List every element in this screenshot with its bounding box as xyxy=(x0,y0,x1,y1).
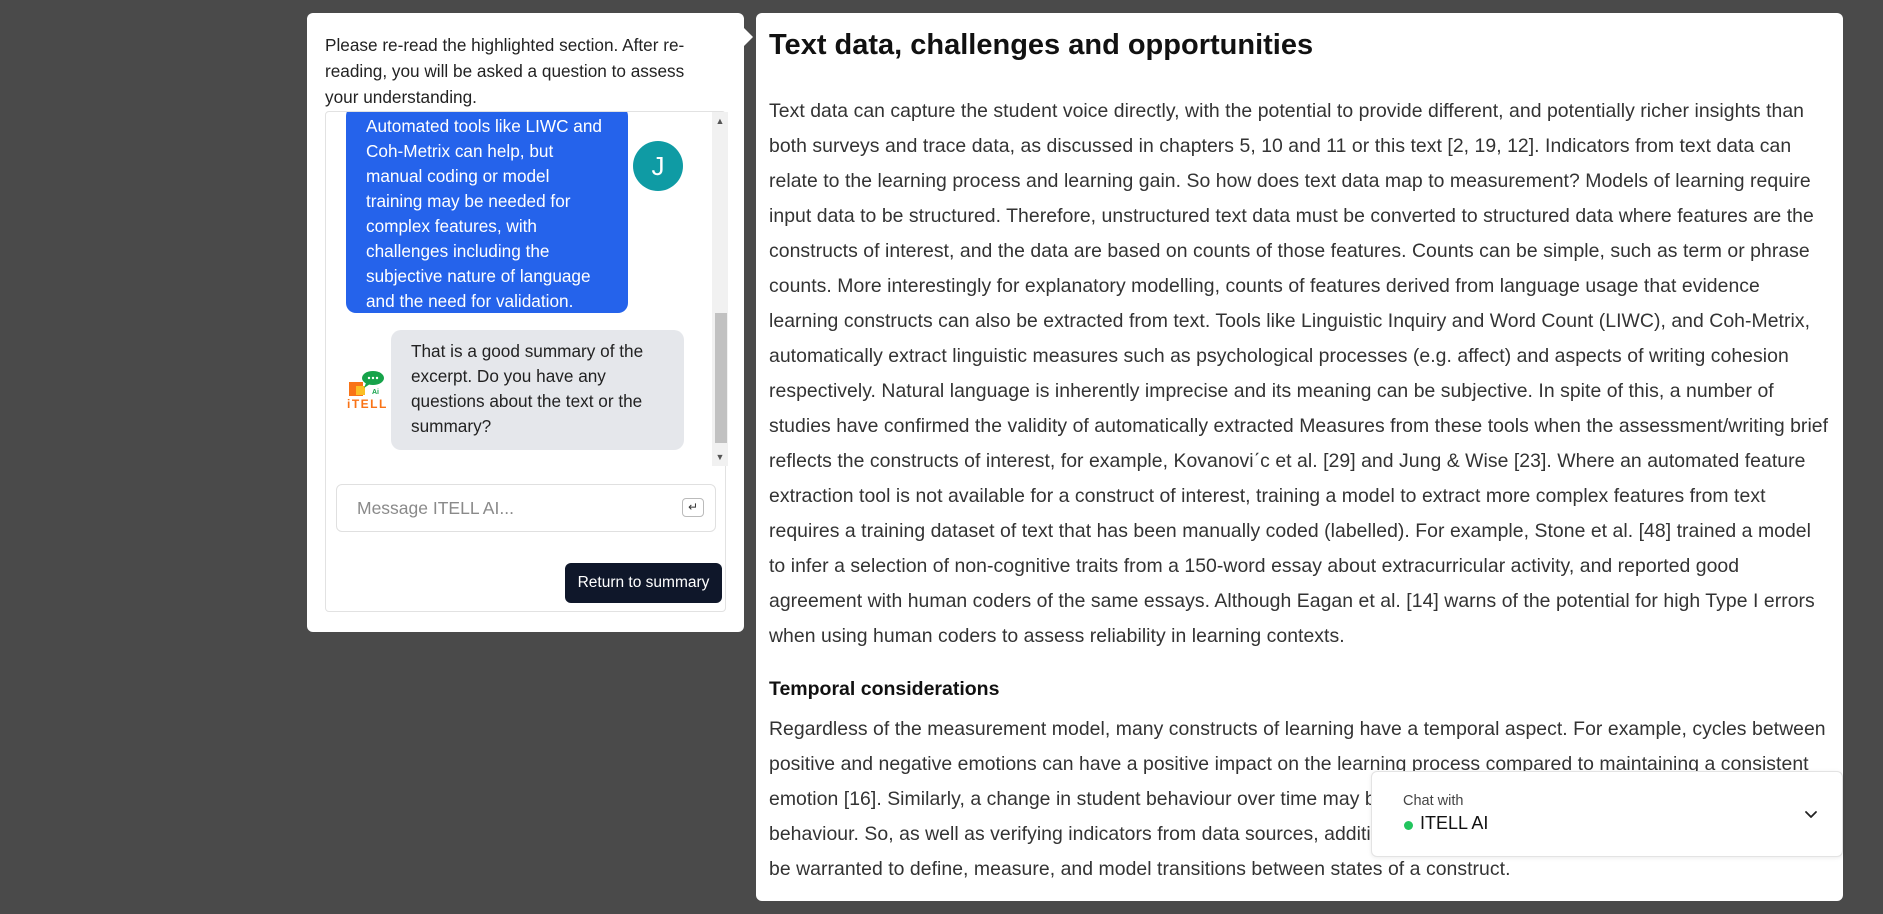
message-list[interactable]: Automated tools like LIWC and Coh-Metrix… xyxy=(326,112,712,466)
enter-key-icon[interactable]: ↵ xyxy=(682,498,704,517)
popup-instruction: Please re-read the highlighted section. … xyxy=(325,35,685,107)
return-to-summary-button[interactable]: Return to summary xyxy=(565,563,722,603)
message-input[interactable] xyxy=(336,484,716,532)
article-title: Text data, challenges and opportunities xyxy=(769,29,1314,61)
user-avatar: J xyxy=(633,141,683,191)
chat-widget-name: ITELL AI xyxy=(1420,813,1489,833)
bot-message: That is a good summary of the excerpt. D… xyxy=(391,330,684,450)
logo-text: iTELL xyxy=(347,397,388,411)
scroll-thumb[interactable] xyxy=(715,313,727,443)
chevron-down-icon[interactable] xyxy=(1803,806,1819,822)
popup-pointer xyxy=(743,27,753,47)
chat-widget-label: Chat with xyxy=(1403,793,1464,809)
scroll-up-arrow-icon[interactable]: ▲ xyxy=(712,114,728,128)
scroll-down-arrow-icon[interactable]: ▼ xyxy=(712,450,728,464)
reread-popup: Please re-read the highlighted section. … xyxy=(307,13,744,632)
user-message: Automated tools like LIWC and Coh-Metrix… xyxy=(346,112,628,313)
logo-ai-text: Ai xyxy=(372,389,379,396)
article-panel: Text data, challenges and opportunities … xyxy=(756,13,1843,901)
article-paragraph: Text data can capture the student voice … xyxy=(769,100,1829,647)
chat-widget[interactable]: Chat with ITELL AI xyxy=(1371,771,1843,857)
chat-scrollbar[interactable]: ▲ ▼ xyxy=(712,112,728,466)
itell-logo-icon: Ai iTELL xyxy=(346,370,388,414)
section-heading: Temporal considerations xyxy=(769,678,1000,700)
online-status-icon xyxy=(1404,821,1413,830)
chat-panel: Automated tools like LIWC and Coh-Metrix… xyxy=(325,111,728,612)
